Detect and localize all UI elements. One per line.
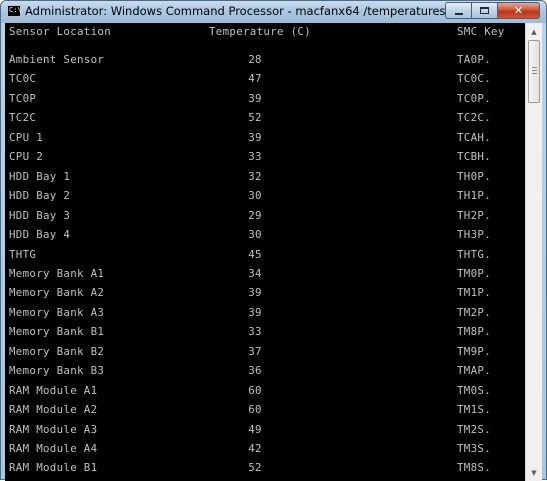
table-row: Memory Bank A3 39 TM2P. bbox=[5, 306, 525, 325]
grip-line bbox=[532, 67, 537, 68]
temperature-value: 47 bbox=[248, 72, 262, 86]
table-row: RAM Module A2 60 TM1S. bbox=[5, 403, 525, 422]
temperature-value: 32 bbox=[248, 169, 262, 183]
close-button[interactable]: ✕ bbox=[497, 2, 540, 19]
scroll-up-button[interactable]: ▲ bbox=[526, 23, 542, 40]
header-temperature: Temperature (C) bbox=[209, 25, 312, 38]
window-title: Administrator: Windows Command Processor… bbox=[25, 4, 457, 18]
smc-key: TC0P. bbox=[457, 91, 492, 105]
window-controls: ✕ bbox=[445, 2, 540, 19]
smc-key: TC2C. bbox=[457, 111, 492, 125]
smc-key: TM3S. bbox=[457, 442, 492, 455]
command-prompt-window: C:\ Administrator: Windows Command Proce… bbox=[0, 0, 547, 481]
table-row: Memory Bank A2 39 TM1P. bbox=[5, 286, 525, 305]
smc-key: TA0P. bbox=[457, 53, 492, 66]
smc-key: TM8P. bbox=[457, 325, 492, 339]
temperature-value: 39 bbox=[248, 130, 262, 144]
smc-key: TM2P. bbox=[457, 305, 492, 319]
temperature-value: 33 bbox=[248, 325, 262, 339]
table-row: RAM Module A4 42 TM3S. bbox=[5, 442, 525, 461]
smc-key: TC0C. bbox=[457, 72, 492, 86]
smc-key: TH3P. bbox=[457, 228, 492, 242]
temperature-value: 60 bbox=[248, 403, 262, 417]
vertical-scrollbar[interactable]: ▲ ▼ bbox=[525, 23, 542, 481]
temperature-value: 49 bbox=[248, 422, 262, 436]
temperature-value: 34 bbox=[248, 266, 262, 280]
smc-key: TM1P. bbox=[457, 286, 492, 300]
arrow-up-icon: ▲ bbox=[531, 27, 537, 36]
close-icon: ✕ bbox=[513, 4, 524, 17]
table-row: RAM Module B1 52 TM8S. bbox=[5, 461, 525, 480]
scrollbar-thumb[interactable] bbox=[528, 40, 540, 103]
temperature-value: 30 bbox=[248, 189, 262, 203]
title-bar[interactable]: C:\ Administrator: Windows Command Proce… bbox=[1, 1, 546, 23]
smc-key: THTG. bbox=[457, 247, 492, 261]
table-row: TC2C 52 TC2C. bbox=[5, 111, 525, 130]
smc-key: TM9P. bbox=[457, 344, 492, 358]
smc-key: TM0S. bbox=[457, 383, 492, 397]
table-row: CPU 2 33 TCBH. bbox=[5, 150, 525, 169]
smc-key: TH1P. bbox=[457, 189, 492, 203]
maximize-icon bbox=[480, 7, 489, 14]
smc-key: TMAP. bbox=[457, 364, 492, 378]
temperature-value: 33 bbox=[248, 150, 262, 164]
table-row: Memory Bank A1 34 TM0P. bbox=[5, 267, 525, 286]
temperature-value: 28 bbox=[248, 53, 262, 66]
maximize-button[interactable] bbox=[471, 2, 497, 19]
table-row: Ambient Sensor 28 TA0P. bbox=[5, 53, 525, 72]
table-row: TC0P 39 TC0P. bbox=[5, 92, 525, 111]
temperature-value: 36 bbox=[248, 364, 262, 378]
table-row: CPU 1 39 TCAH. bbox=[5, 131, 525, 150]
smc-key: TCAH. bbox=[457, 130, 492, 144]
smc-key: TM8S. bbox=[457, 461, 492, 475]
temperature-value: 37 bbox=[248, 344, 262, 358]
minimize-button[interactable] bbox=[445, 2, 471, 19]
table-row: Memory Bank B1 33 TM8P. bbox=[5, 325, 525, 344]
table-row: THTG 45 THTG. bbox=[5, 248, 525, 267]
grip-line bbox=[532, 73, 537, 74]
table-row: TC0C 47 TC0C. bbox=[5, 72, 525, 91]
smc-key: TM0P. bbox=[457, 266, 492, 280]
table-row: Memory Bank B2 37 TM9P. bbox=[5, 345, 525, 364]
smc-key: TH0P. bbox=[457, 169, 492, 183]
console-output[interactable]: Sensor Location Temperature (C) SMC Key … bbox=[5, 23, 525, 481]
temperature-value: 52 bbox=[248, 461, 262, 475]
table-row: HDD Bay 4 30 TH3P. bbox=[5, 228, 525, 247]
header-sensor-location: Sensor Location bbox=[9, 25, 112, 38]
smc-key: TM1S. bbox=[457, 403, 492, 417]
temperature-value: 30 bbox=[248, 228, 262, 242]
grip-line bbox=[532, 70, 537, 71]
temperature-value: 45 bbox=[248, 247, 262, 261]
arrow-down-icon: ▼ bbox=[531, 468, 537, 477]
scroll-down-button[interactable]: ▼ bbox=[526, 464, 542, 481]
temperature-value: 42 bbox=[248, 442, 262, 455]
temperature-value: 39 bbox=[248, 91, 262, 105]
temperature-value: 60 bbox=[248, 383, 262, 397]
header-smc-key: SMC Key bbox=[457, 25, 505, 38]
table-row: RAM Module A1 60 TM0S. bbox=[5, 384, 525, 403]
smc-key: TH2P. bbox=[457, 208, 492, 222]
temperature-value: 52 bbox=[248, 111, 262, 125]
console-client-area: Sensor Location Temperature (C) SMC Key … bbox=[5, 23, 542, 481]
table-header: Sensor Location Temperature (C) SMC Key bbox=[5, 25, 525, 44]
table-row: HDD Bay 1 32 TH0P. bbox=[5, 170, 525, 189]
command-prompt-icon[interactable]: C:\ bbox=[7, 5, 22, 17]
temperature-value: 29 bbox=[248, 208, 262, 222]
table-row: HDD Bay 2 30 TH1P. bbox=[5, 189, 525, 208]
smc-key: TCBH. bbox=[457, 150, 492, 164]
table-row: Memory Bank B3 36 TMAP. bbox=[5, 364, 525, 383]
minimize-icon bbox=[454, 12, 463, 15]
smc-key: TM2S. bbox=[457, 422, 492, 436]
table-row: HDD Bay 3 29 TH2P. bbox=[5, 209, 525, 228]
temperature-value: 39 bbox=[248, 305, 262, 319]
temperature-value: 39 bbox=[248, 286, 262, 300]
table-row: RAM Module A3 49 TM2S. bbox=[5, 423, 525, 442]
